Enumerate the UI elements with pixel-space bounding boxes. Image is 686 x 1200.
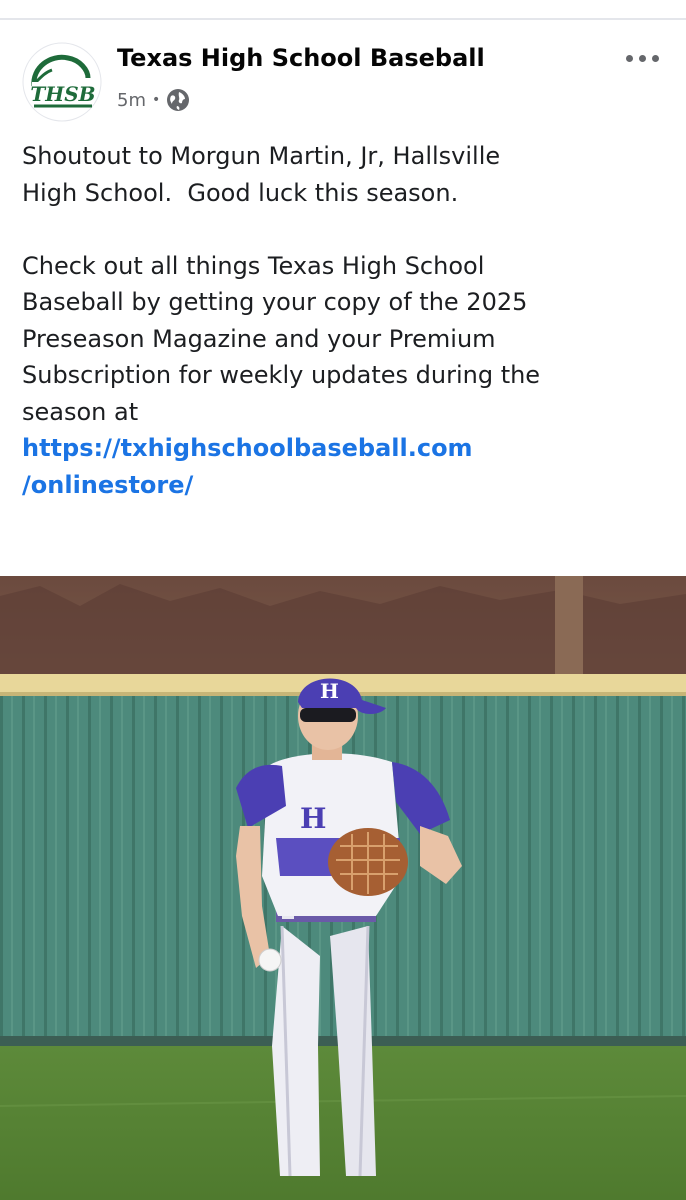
message-line: Preseason Magazine and your Premium (22, 324, 496, 353)
store-link-line-1[interactable]: https://txhighschoolbaseball.com (22, 434, 473, 462)
message-line: Check out all things Texas High School (22, 251, 485, 280)
store-link[interactable]: https://txhighschoolbaseball.com /online… (22, 430, 672, 503)
thsb-logo-icon: THSB (22, 42, 102, 122)
baseball-player-photo: H H (0, 576, 686, 1200)
post-timestamp[interactable]: 5m (117, 90, 146, 111)
page-name-link[interactable]: Texas High School Baseball (117, 44, 485, 72)
post-photo[interactable]: H H (0, 576, 686, 1200)
facebook-post: THSB Texas High School Baseball 5m • Sho… (0, 20, 686, 1200)
message-line: Shoutout to Morgun Martin, Jr, Hallsvill… (22, 142, 501, 170)
message-line: Subscription for weekly updates during t… (22, 361, 541, 389)
globe-icon[interactable] (166, 88, 190, 112)
svg-text:H: H (320, 679, 339, 703)
more-horizontal-icon (625, 54, 633, 62)
meta-separator: • (152, 92, 161, 108)
message-line: Baseball by getting your copy of the 202… (22, 288, 528, 316)
more-options-button[interactable] (618, 42, 666, 74)
top-divider (0, 0, 686, 20)
svg-text:H: H (300, 802, 326, 835)
page-avatar[interactable]: THSB (22, 42, 102, 122)
store-link-line-2[interactable]: /onlinestore/ (22, 471, 193, 499)
message-line: High School. Good luck this season. (22, 178, 459, 207)
post-message: Shoutout to Morgun Martin, Jr, Hallsvill… (22, 138, 672, 503)
message-line: season at (22, 397, 139, 426)
post-header: THSB Texas High School Baseball 5m • (0, 20, 686, 122)
svg-text:THSB: THSB (30, 82, 95, 106)
post-meta: 5m • (117, 86, 190, 114)
